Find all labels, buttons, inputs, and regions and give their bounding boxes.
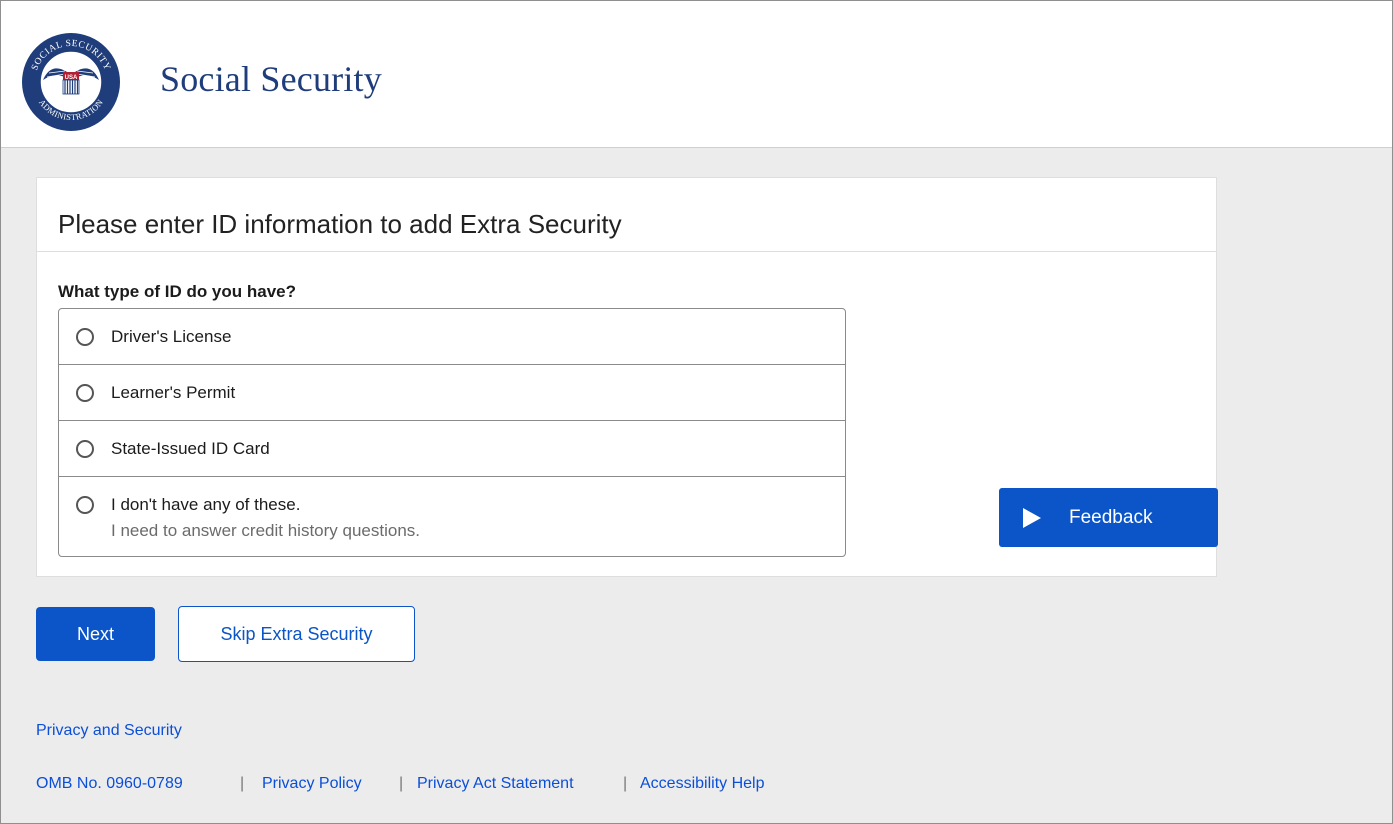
site-brand-title: Social Security xyxy=(160,59,382,99)
option-label: State-Issued ID Card xyxy=(111,439,270,458)
privacy-policy-link[interactable]: Privacy Policy xyxy=(262,775,362,793)
option-drivers-license[interactable]: Driver's License xyxy=(59,309,845,365)
card-title: Please enter ID information to add Extra… xyxy=(58,209,622,239)
id-type-question: What type of ID do you have? xyxy=(58,282,297,301)
omb-number-link[interactable]: OMB No. 0960-0789 xyxy=(36,775,183,793)
privacy-act-statement-link[interactable]: Privacy Act Statement xyxy=(417,775,574,793)
option-label: Driver's License xyxy=(111,327,232,346)
option-none-of-these[interactable]: I don't have any of these. I need to ans… xyxy=(59,477,845,556)
id-type-radio-group: Driver's License Learner's Permit State-… xyxy=(58,308,846,557)
radio-button[interactable] xyxy=(76,328,94,346)
ssa-seal-logo: USA SOCIAL SECURITY ADMINISTRATION xyxy=(22,33,120,131)
feedback-label: Feedback xyxy=(1069,507,1153,528)
radio-button[interactable] xyxy=(76,384,94,402)
option-learners-permit[interactable]: Learner's Permit xyxy=(59,365,845,421)
option-label: Learner's Permit xyxy=(111,383,236,402)
radio-button[interactable] xyxy=(76,496,94,514)
site-header: USA SOCIAL SECURITY ADMINISTRATION Socia… xyxy=(1,1,1392,148)
privacy-and-security-link[interactable]: Privacy and Security xyxy=(36,722,182,740)
card-title-bar: Please enter ID information to add Extra… xyxy=(37,178,1216,252)
footer-separator: | xyxy=(623,775,628,792)
option-state-id-card[interactable]: State-Issued ID Card xyxy=(59,421,845,477)
footer-separator: | xyxy=(240,775,245,792)
skip-extra-security-button[interactable]: Skip Extra Security xyxy=(178,606,415,662)
radio-button[interactable] xyxy=(76,440,94,458)
option-sublabel: I need to answer credit history question… xyxy=(111,521,420,540)
play-icon xyxy=(1023,508,1041,528)
feedback-button[interactable]: Feedback xyxy=(999,488,1218,547)
accessibility-help-link[interactable]: Accessibility Help xyxy=(640,775,764,793)
next-button[interactable]: Next xyxy=(36,607,155,661)
option-label: I don't have any of these. xyxy=(111,495,301,514)
footer-separator: | xyxy=(399,775,404,792)
